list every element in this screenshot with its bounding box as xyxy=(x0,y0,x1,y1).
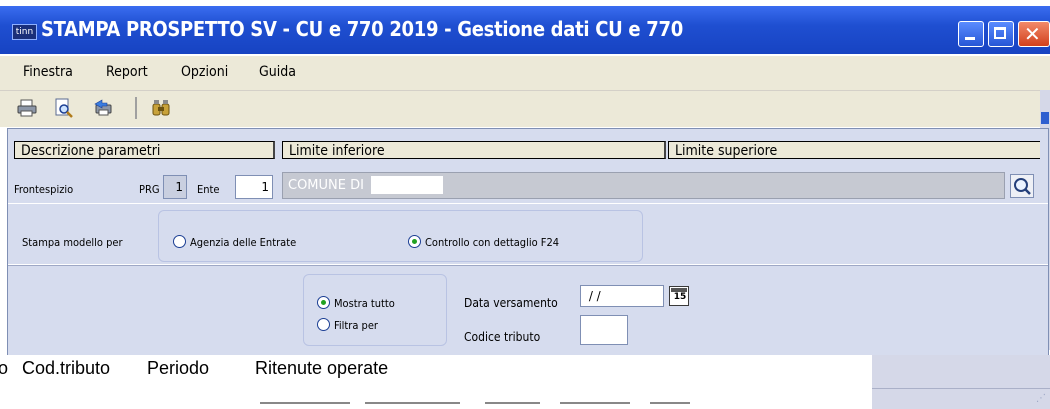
report-preview-side: ⋰ xyxy=(872,355,1050,409)
report-col-ritenute: Ritenute operate xyxy=(255,358,389,378)
application-window: tinn STAMPA PROSPETTO SV - CU e 770 2019… xyxy=(0,0,1050,409)
header-descrizione-parametri: Descrizione parametri xyxy=(14,141,275,159)
radio-controllo-f24[interactable] xyxy=(408,235,421,248)
calendar-day: 15 xyxy=(673,292,687,302)
data-versamento-field[interactable]: / / xyxy=(580,285,664,307)
controllo-f24-label: Controllo con dettaglio F24 xyxy=(425,236,560,249)
comune-name-field xyxy=(371,176,443,194)
report-col-periodo: Periodo xyxy=(147,358,210,378)
header-limite-superiore: Limite superiore xyxy=(668,141,1040,159)
maximize-button[interactable] xyxy=(988,21,1014,47)
ente-field[interactable]: 1 xyxy=(235,175,273,199)
codice-tributo-field[interactable] xyxy=(580,315,628,345)
radio-mostra-tutto[interactable] xyxy=(317,296,330,309)
row-divider xyxy=(8,203,1048,204)
menu-report[interactable]: Report xyxy=(106,64,148,80)
print-preview-icon[interactable] xyxy=(53,98,75,118)
prg-label: PRG xyxy=(139,183,160,196)
lookup-button[interactable] xyxy=(1010,174,1034,198)
radio-filtra-per[interactable] xyxy=(317,318,330,331)
menu-guida[interactable]: Guida xyxy=(259,64,296,80)
minimize-button[interactable] xyxy=(958,21,984,47)
row-divider-shadow xyxy=(8,265,1048,266)
data-versamento-label: Data versamento xyxy=(464,296,558,310)
agenzia-entrate-label: Agenzia delle Entrate xyxy=(190,236,297,249)
filter-group xyxy=(303,274,447,346)
export-icon[interactable] xyxy=(92,98,114,118)
mostra-tutto-label: Mostra tutto xyxy=(334,297,395,310)
print-icon[interactable] xyxy=(16,98,38,118)
side-divider xyxy=(872,388,1050,389)
scroll-marker[interactable] xyxy=(1041,112,1049,124)
app-icon[interactable]: tinn xyxy=(12,24,37,40)
resize-grip-icon[interactable]: ⋰ xyxy=(1036,393,1046,404)
radio-agenzia-entrate[interactable] xyxy=(173,235,186,248)
menu-opzioni[interactable]: Opzioni xyxy=(181,64,228,80)
calendar-button[interactable]: 15 xyxy=(669,286,689,306)
report-subheader-cropped xyxy=(260,402,860,409)
stampa-modello-label: Stampa modello per xyxy=(22,236,123,249)
filtra-per-label: Filtra per xyxy=(334,319,378,332)
prg-field[interactable]: 1 xyxy=(163,175,187,199)
magnifier-icon xyxy=(1014,178,1031,195)
codice-tributo-label: Codice tributo xyxy=(464,330,541,344)
minimize-icon xyxy=(965,37,975,40)
close-icon: ✕ xyxy=(1024,22,1041,46)
search-binoculars-icon[interactable] xyxy=(150,98,172,118)
report-col-partial: o xyxy=(0,358,9,378)
report-col-cod-tributo: Cod.tributo xyxy=(22,358,111,378)
window-title: STAMPA PROSPETTO SV - CU e 770 2019 - Ge… xyxy=(41,17,683,41)
menu-bar xyxy=(0,56,1050,90)
close-button[interactable]: ✕ xyxy=(1018,21,1050,47)
header-limite-inferiore: Limite inferiore xyxy=(282,141,666,159)
toolbar-separator xyxy=(135,97,137,119)
ente-label: Ente xyxy=(197,183,220,196)
maximize-icon xyxy=(994,27,1006,39)
menu-finestra[interactable]: Finestra xyxy=(23,64,73,80)
frontespizio-label: Frontespizio xyxy=(14,183,74,196)
